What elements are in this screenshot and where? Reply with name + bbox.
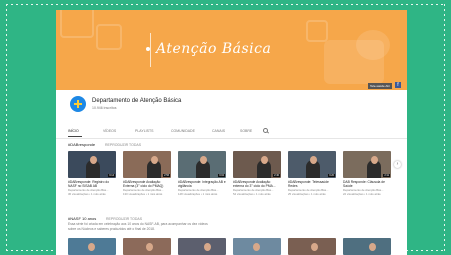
video-thumbnail[interactable] <box>288 238 336 255</box>
video-title[interactable]: #DABresponde: Registro do NASF no SISAB … <box>68 180 116 188</box>
banner-decoration <box>306 20 328 42</box>
video-thumbnail[interactable]: 2:56 <box>123 151 171 178</box>
presenter-face <box>150 156 158 164</box>
video-duration: 2:11 <box>383 174 390 177</box>
banner-decoration <box>60 10 94 38</box>
section-title-dabresponde[interactable]: #DABresponde <box>68 142 95 147</box>
top-dotted-border <box>6 4 445 5</box>
banner-illustration <box>356 30 390 60</box>
video-thumbnail[interactable] <box>68 238 116 255</box>
video-stats: 25 visualizações • 1 mês atrás <box>288 192 326 196</box>
presenter-face <box>369 243 376 251</box>
video-thumbnail[interactable]: 3:02 <box>178 151 226 178</box>
video-stats: 130 visualizações • 1 mês atrás <box>123 192 163 196</box>
presenter-face <box>253 243 260 251</box>
video-duration: 3:02 <box>218 174 225 177</box>
video-thumbnail[interactable] <box>343 238 391 255</box>
banner-divider-line <box>150 33 151 67</box>
play-all-button[interactable]: REPRODUZIR TODAS <box>106 217 142 221</box>
video-title[interactable]: #DABresponde: Integração AB e vigilância <box>178 180 226 188</box>
presenter-face <box>146 243 153 251</box>
tab-videos[interactable]: VÍDEOS <box>103 129 116 133</box>
right-dotted-border <box>444 4 445 251</box>
section-description: Essa série foi criada em celebração aos … <box>68 222 208 231</box>
video-thumbnail[interactable] <box>178 238 226 255</box>
video-stats: 148 visualizações • 1 mês atrás <box>178 192 218 196</box>
banner-title: Atenção Básica <box>156 41 272 57</box>
presenter-face <box>89 156 97 164</box>
channel-avatar[interactable] <box>70 96 86 112</box>
video-duration: 3:20 <box>328 174 335 177</box>
youtube-channel-screenshot: Atenção Básica Tele-saúde Abr f Departam… <box>56 10 407 255</box>
banner-dot <box>146 47 150 51</box>
subscriber-count: 10.946 inscritos <box>92 106 117 110</box>
video-thumbnail[interactable] <box>233 238 281 255</box>
presenter-face <box>309 156 317 164</box>
play-all-button[interactable]: REPRODUZIR TODAS <box>105 143 141 147</box>
left-dotted-border <box>6 4 7 251</box>
section-title-nasf[interactable]: #NASF 10 anos <box>68 216 96 221</box>
presenter-face <box>370 156 378 164</box>
channel-header <box>56 90 407 120</box>
channel-banner: Atenção Básica Tele-saúde Abr f <box>56 10 407 90</box>
video-title[interactable]: #DABresponde: Telessaúde Redes <box>288 180 336 188</box>
banner-link-label[interactable]: Tele-saúde Abr <box>368 83 393 89</box>
tab-comunidade[interactable]: COMUNIDADE <box>171 129 195 133</box>
presenter-face <box>260 156 268 164</box>
video-stats: 54 visualizações • 1 mês atrás <box>233 192 271 196</box>
active-tab-indicator <box>68 136 82 137</box>
video-thumbnail[interactable]: 2:40 <box>233 151 281 178</box>
facebook-icon[interactable]: f <box>395 82 401 88</box>
video-thumbnail[interactable]: 3:20 <box>288 151 336 178</box>
video-thumbnail[interactable]: 2:11 <box>343 151 391 178</box>
search-icon[interactable] <box>263 128 268 133</box>
presenter-face <box>311 243 318 251</box>
video-thumbnail[interactable]: 3:14 <box>68 151 116 178</box>
presenter-face <box>204 243 211 251</box>
tab-sobre[interactable]: SOBRE <box>240 129 252 133</box>
video-title[interactable]: #DABresponde Avaliação Externa (3° ciclo… <box>123 180 171 188</box>
banner-decoration <box>96 24 122 50</box>
video-duration: 2:56 <box>163 174 170 177</box>
presenter-face <box>88 243 95 251</box>
channel-name[interactable]: Departamento de Atenção Básica <box>92 98 181 104</box>
next-arrow-icon[interactable]: › <box>394 161 401 168</box>
video-title[interactable]: #DABresponde Avaliação externa do 3° cic… <box>233 180 281 188</box>
channel-tabs: INÍCIO VÍDEOS PLAYLISTS COMUNIDADE CANAI… <box>56 126 407 139</box>
tab-playlists[interactable]: PLAYLISTS <box>135 129 153 133</box>
video-stats: 22 visualizações • 1 mês atrás <box>343 192 381 196</box>
video-duration: 3:14 <box>108 174 115 177</box>
tab-inicio[interactable]: INÍCIO <box>68 129 79 133</box>
tab-canais[interactable]: CANAIS <box>212 129 225 133</box>
video-stats: 36 visualizações • 1 mês atrás <box>68 192 106 196</box>
video-duration: 2:40 <box>273 174 280 177</box>
video-thumbnail[interactable] <box>123 238 171 255</box>
video-title[interactable]: DAB Responde: Cláusula de Saúde <box>343 180 391 188</box>
slide-background: Atenção Básica Tele-saúde Abr f Departam… <box>0 0 451 255</box>
plus-icon <box>74 100 82 108</box>
presenter-face <box>199 156 207 164</box>
